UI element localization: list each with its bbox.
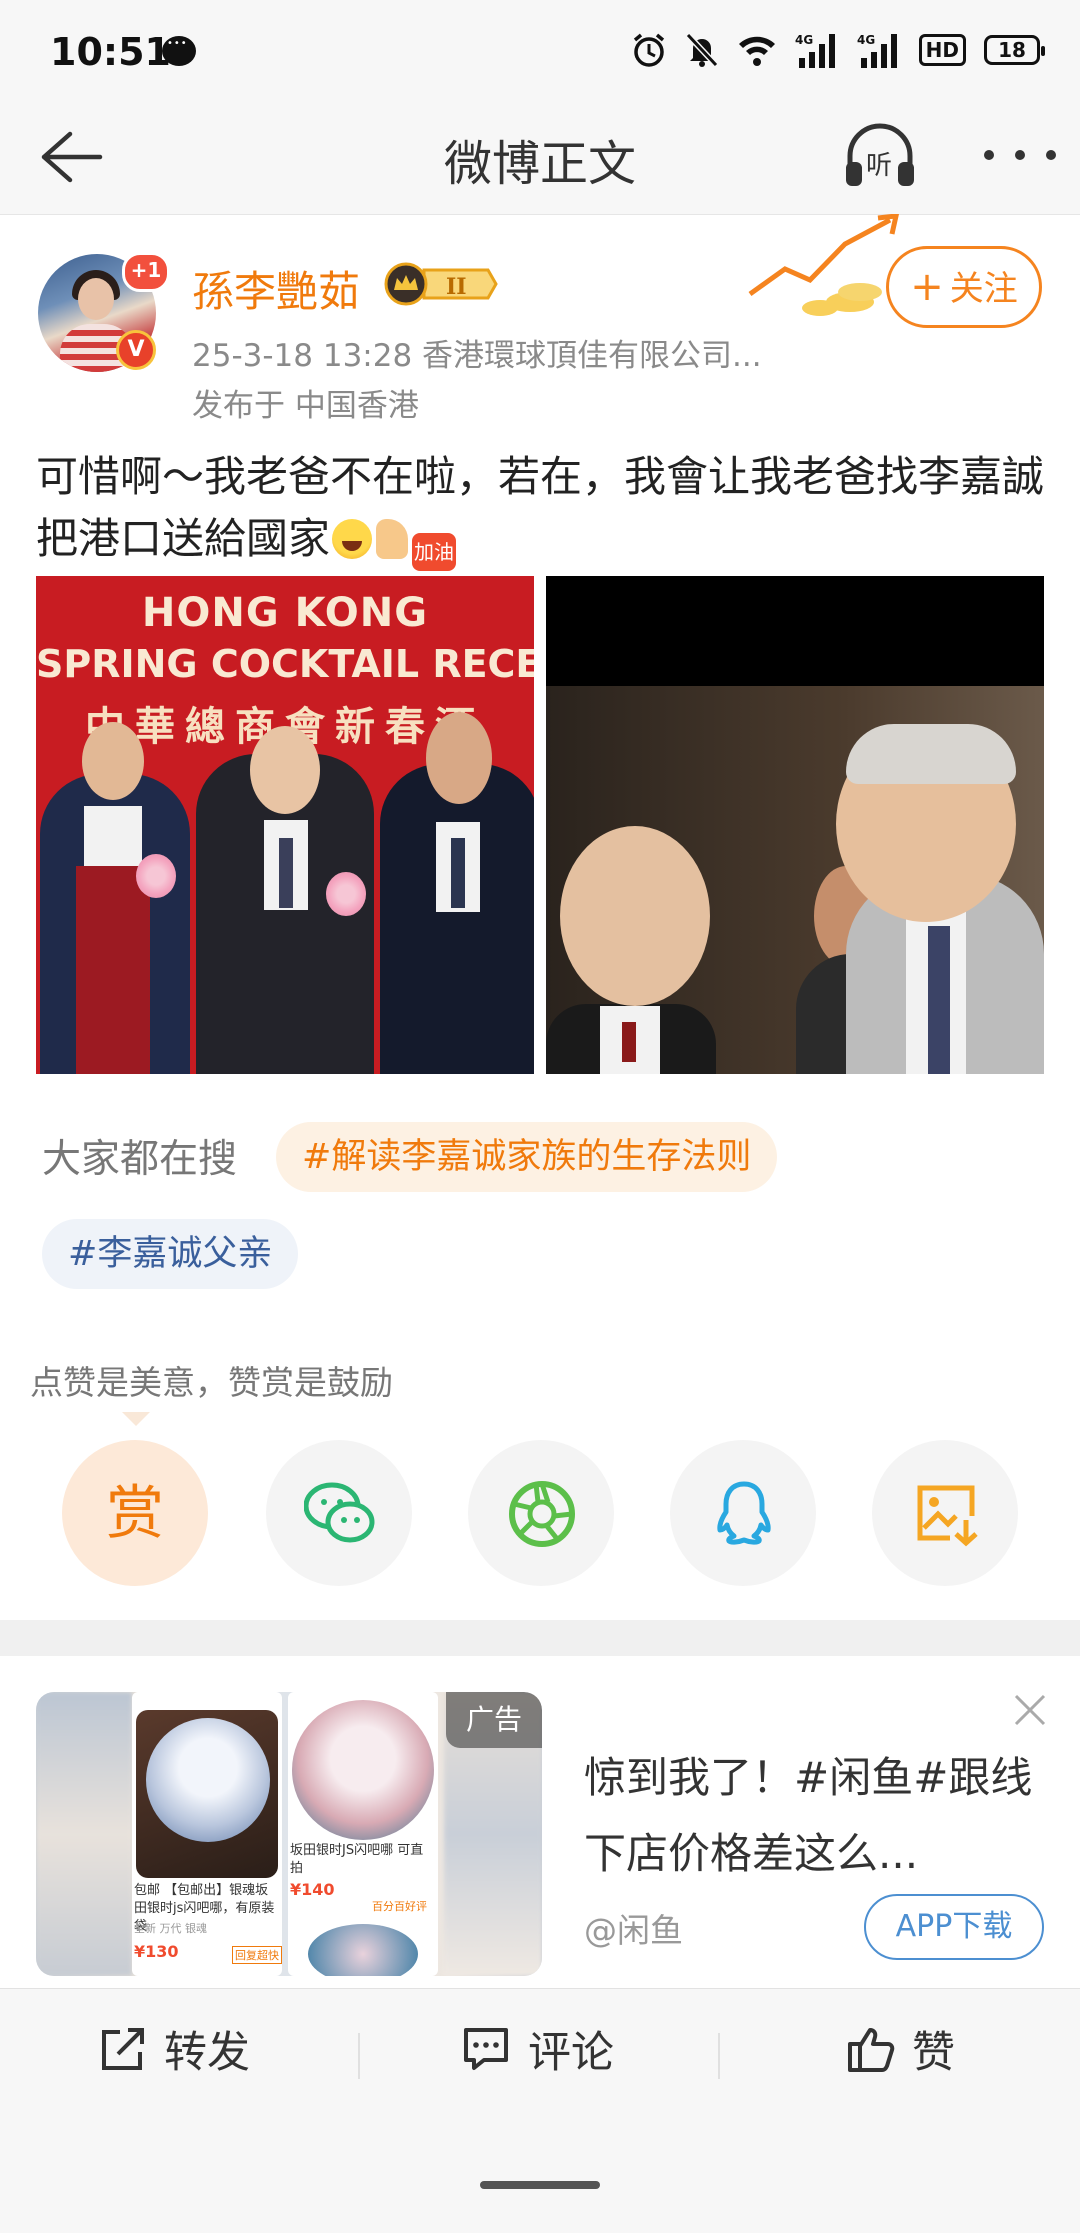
post-photo-1[interactable]: HONG KONG SPRING COCKTAIL RECEPTIO 中華總商會…	[36, 576, 534, 1074]
username[interactable]: 孫李艷茹	[192, 258, 360, 319]
ad-card-1-price: ¥130	[134, 1942, 179, 1961]
mute-bell-icon	[685, 32, 718, 68]
post-meta: 25-3-18 13:28 香港環球頂佳有限公司...	[192, 338, 762, 374]
hd-voice-icon: HD	[918, 34, 966, 66]
comment-icon	[464, 2028, 508, 2070]
repost-button[interactable]: 转发	[98, 2013, 250, 2085]
ad-product-card-1: 包邮 【包邮出】银魂坂田银时js闪吧哪，有原装袋 全新 万代 银魂 ¥130 回…	[132, 1692, 282, 1976]
hot-search-tag[interactable]: #解读李嘉诚家族的生存法则	[276, 1122, 778, 1192]
avatar[interactable]: +1 V	[38, 252, 170, 372]
moments-shutter-icon	[509, 1481, 575, 1547]
ad-source[interactable]: @闲鱼	[584, 1904, 683, 1952]
signal-4g-icon-1: 4G	[795, 33, 835, 68]
ad-card-2-price: ¥140	[290, 1880, 335, 1899]
cheer-emoji-icon: 加油	[412, 533, 457, 571]
nav-bar: 微博正文 听	[0, 100, 1080, 215]
bottom-action-bar: 转发 评论 赞	[0, 1988, 1080, 2233]
level-badge-text: II	[446, 274, 467, 300]
follow-label: 关注	[949, 269, 1018, 309]
comment-button[interactable]: 评论	[460, 2013, 614, 2085]
listen-label: 听	[866, 151, 892, 181]
ad-image[interactable]: 包邮 【包邮出】银魂坂田银时js闪吧哪，有原装袋 全新 万代 银魂 ¥130 回…	[36, 1692, 542, 1976]
bottom-separator	[718, 2033, 720, 2079]
thumbs-up-icon	[848, 2028, 895, 2072]
ad-card-2-tag: 百分百好评	[372, 1900, 427, 1913]
share-moments-button[interactable]	[468, 1440, 614, 1586]
thumbs-up-emoji-icon	[376, 519, 409, 559]
ad-card-1-tag: 回复超快	[232, 1946, 282, 1964]
ad-label: 广告	[446, 1692, 542, 1748]
comment-label: 评论	[528, 2028, 614, 2078]
repost-label: 转发	[164, 2028, 250, 2078]
save-image-button[interactable]	[872, 1440, 1018, 1586]
ad-card-2-title: 坂田银时JS闪吧哪 可直拍	[290, 1843, 424, 1876]
status-bar: 10:51 4G 4G HD 18	[0, 0, 1080, 100]
post-photo-2[interactable]	[546, 576, 1044, 1074]
wifi-icon	[738, 36, 775, 66]
ad-headline[interactable]: 惊到我了！#闲鱼#跟线下店价格差这么...	[584, 1740, 1034, 1892]
more-options-icon[interactable]	[975, 130, 1065, 180]
like-button[interactable]: 赞	[844, 2013, 955, 2085]
laughing-emoji-icon	[332, 519, 373, 559]
battery-icon: 18	[984, 35, 1045, 65]
save-image-icon	[917, 1485, 978, 1547]
reward-hint-pointer	[122, 1412, 150, 1426]
like-label: 赞	[912, 2028, 955, 2078]
photo-banner-line2: SPRING COCKTAIL RECEPTIO	[36, 642, 534, 686]
chat-notification-icon	[162, 36, 196, 66]
bottom-separator	[358, 2033, 360, 2079]
status-time: 10:51	[50, 30, 171, 74]
post-text: 可惜啊～我老爸不在啦，若在，我會让我老爸找李嘉誠把港口送給國家 加油	[36, 446, 1046, 571]
reward-hint: 点赞是美意，赞赏是鼓励	[30, 1363, 393, 1402]
app-download-button[interactable]: APP下载	[864, 1894, 1044, 1960]
photo-banner-line1: HONG KONG	[141, 590, 429, 636]
home-indicator[interactable]	[480, 2181, 600, 2189]
close-icon[interactable]	[1010, 1690, 1050, 1730]
share-qq-button[interactable]	[670, 1440, 816, 1586]
status-icons: 4G 4G HD 18	[631, 28, 1045, 72]
alarm-icon	[633, 33, 664, 67]
verified-badge: V	[116, 330, 156, 370]
search-label: 大家都在搜	[42, 1137, 238, 1182]
listen-headphone-icon[interactable]: 听	[840, 118, 920, 194]
qq-penguin-icon	[717, 1481, 771, 1545]
svg-text:4G: 4G	[795, 33, 813, 47]
wechat-icon	[304, 1482, 375, 1543]
follower-badge: +1	[122, 252, 170, 292]
ad-card-1-meta: 全新 万代 银魂	[134, 1922, 207, 1935]
svg-text:4G: 4G	[857, 33, 875, 47]
signal-4g-icon-2: 4G	[857, 33, 897, 68]
post-body: 可惜啊～我老爸不在啦，若在，我會让我老爸找李嘉誠把港口送給國家	[36, 452, 1045, 563]
plus-icon: +	[910, 264, 944, 310]
follow-button[interactable]: + 关注	[886, 246, 1042, 328]
section-divider	[0, 1620, 1080, 1656]
ad-product-card-2: 坂田银时JS闪吧哪 可直拍 ¥140 百分百好评	[288, 1692, 438, 1976]
repost-icon	[102, 2028, 144, 2070]
share-wechat-button[interactable]	[266, 1440, 412, 1586]
rising-chart-decoration-icon	[748, 214, 900, 316]
reward-button[interactable]: 赏	[62, 1440, 208, 1586]
search-tag[interactable]: #李嘉诚父亲	[42, 1219, 299, 1289]
crown-level-icon: II	[384, 262, 498, 306]
post-location: 发布于 中国香港	[192, 388, 419, 424]
